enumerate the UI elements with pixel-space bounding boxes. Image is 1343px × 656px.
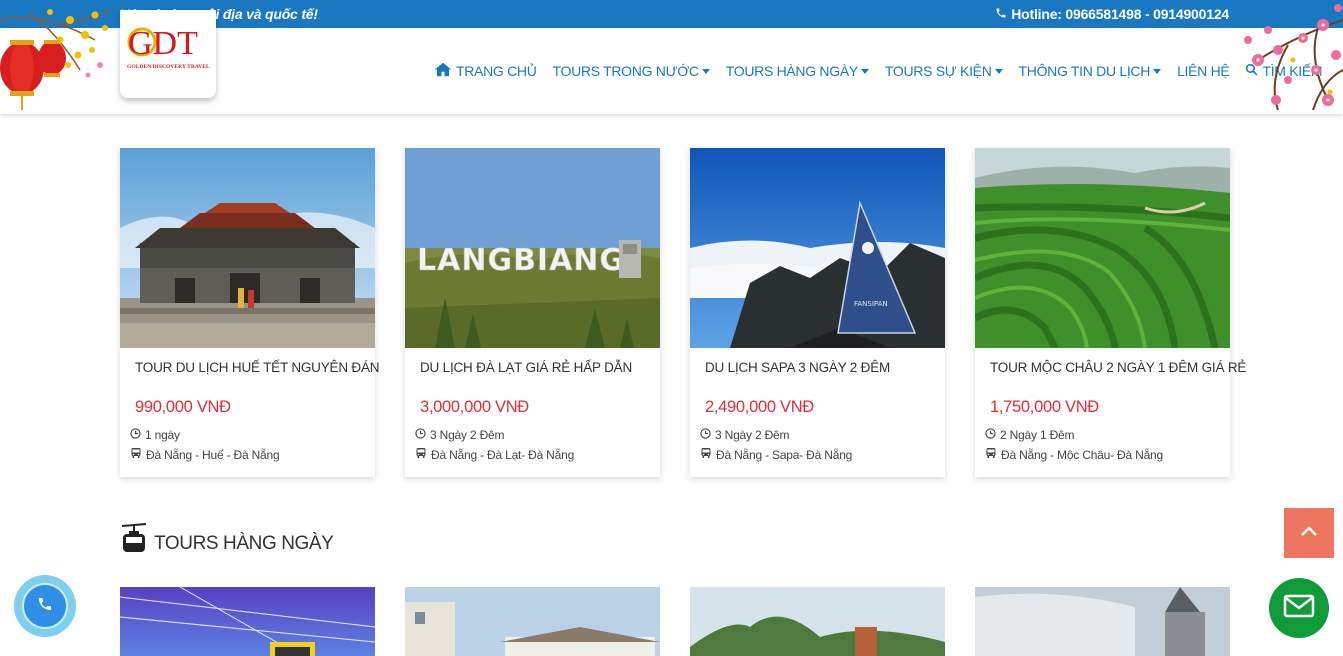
tour-image-hue[interactable] xyxy=(120,148,375,348)
tour-card[interactable]: TOUR DU LỊCH HUẾ TẾT NGUYÊN ĐÁN 990,000 … xyxy=(120,148,380,477)
nav-travel-info[interactable]: THÔNG TIN DU LỊCH xyxy=(1019,63,1162,79)
tour-image-sapa[interactable]: FANSIPAN xyxy=(690,148,945,348)
tour-title[interactable]: TOUR MỘC CHÂU 2 NGÀY 1 ĐÊM GIÁ RẺ xyxy=(990,360,1246,375)
daily-tour-list xyxy=(120,587,1230,656)
tour-title[interactable]: TOUR DU LỊCH HUẾ TẾT NGUYÊN ĐÁN xyxy=(135,360,380,375)
chevron-down-icon xyxy=(994,68,1003,74)
chevron-down-icon xyxy=(1153,68,1162,74)
phone-icon xyxy=(995,6,1007,22)
nav-home[interactable]: TRANG CHỦ xyxy=(434,62,537,80)
nav-domestic-tours[interactable]: TOURS TRONG NƯỚC xyxy=(553,63,710,79)
bus-icon xyxy=(985,447,997,462)
nav-contact[interactable]: LIÊN HỆ xyxy=(1177,63,1230,79)
tour-route: Đà Nẵng - Mộc Châu- Đà Nẵng xyxy=(985,447,1163,462)
site-logo[interactable]: GDT GOLDEN DISCOVERY TRAVEL xyxy=(120,10,216,98)
tour-card-list: TOUR DU LỊCH HUẾ TẾT NGUYÊN ĐÁN 990,000 … xyxy=(120,148,1246,477)
clock-icon xyxy=(700,428,711,442)
tour-card[interactable]: LANGBIANG DU LỊCH ĐÀ LẠT GIÁ RẺ HẤP DẪN … xyxy=(405,148,660,477)
tour-card[interactable]: FANSIPAN DU LỊCH SAPA 3 NGÀY 2 ĐÊM 2,490… xyxy=(690,148,945,477)
tour-price: 990,000 VNĐ xyxy=(135,398,231,416)
blossom-decoration xyxy=(1228,0,1343,114)
tour-duration: 3 Ngày 2 Đêm xyxy=(415,428,505,442)
tour-card[interactable]: TOUR MỘC CHÂU 2 NGÀY 1 ĐÊM GIÁ RẺ 1,750,… xyxy=(975,148,1246,477)
main-nav: TRANG CHỦ TOURS TRONG NƯỚC TOURS HÀNG NG… xyxy=(434,62,1323,80)
fansipan-text: FANSIPAN xyxy=(854,300,888,308)
envelope-icon xyxy=(1283,594,1315,623)
tour-title[interactable]: DU LỊCH ĐÀ LẠT GIÁ RẺ HẤP DẪN xyxy=(420,360,632,375)
bus-icon xyxy=(130,447,142,462)
tour-route: Đà Nẵng - Đà Lạt- Đà Nẵng xyxy=(415,447,574,462)
bus-icon xyxy=(700,447,712,462)
tour-image-daily-3[interactable] xyxy=(690,587,945,656)
logo-text: GDT xyxy=(128,25,198,62)
section-heading-daily-tours: TOURS HÀNG NGÀY xyxy=(120,522,334,559)
tour-image-dalat[interactable]: LANGBIANG xyxy=(405,148,660,348)
clock-icon xyxy=(130,428,141,442)
tour-image-mocchau[interactable] xyxy=(975,148,1230,348)
tour-price: 2,490,000 VNĐ xyxy=(705,398,814,416)
tour-image-daily-2[interactable] xyxy=(405,587,660,656)
call-button[interactable] xyxy=(14,575,76,637)
chevron-down-icon xyxy=(860,68,869,74)
cable-car-icon xyxy=(120,522,148,559)
tour-image-daily-1[interactable] xyxy=(120,587,375,656)
lantern-decoration xyxy=(0,0,120,114)
section-title: TOURS HÀNG NGÀY xyxy=(154,532,334,554)
hotline[interactable]: Hotline: 0966581498 - 0914900124 xyxy=(995,6,1229,22)
chevron-up-icon xyxy=(1300,524,1318,542)
tour-route: Đà Nẵng - Sapa- Đà Nẵng xyxy=(700,447,852,462)
home-icon xyxy=(434,62,452,80)
tour-route: Đà Nẵng - Huế - Đà Nẵng xyxy=(130,447,280,462)
scroll-to-top-button[interactable] xyxy=(1284,508,1334,558)
nav-daily-tours[interactable]: TOURS HÀNG NGÀY xyxy=(726,63,869,79)
logo-subtitle: GOLDEN DISCOVERY TRAVEL xyxy=(127,64,210,70)
tour-duration: 1 ngày xyxy=(130,428,180,442)
tour-duration: 2 Ngày 1 Đêm xyxy=(985,428,1075,442)
tour-price: 3,000,000 VNĐ xyxy=(420,398,529,416)
nav-event-tours[interactable]: TOURS SỰ KIỆN xyxy=(885,63,1003,79)
email-button[interactable] xyxy=(1269,578,1329,638)
clock-icon xyxy=(415,428,426,442)
bus-icon xyxy=(415,447,427,462)
tour-title[interactable]: DU LỊCH SAPA 3 NGÀY 2 ĐÊM xyxy=(705,360,890,375)
chevron-down-icon xyxy=(701,68,710,74)
phone-icon xyxy=(37,596,53,617)
tour-image-daily-4[interactable] xyxy=(975,587,1230,656)
hotline-text: Hotline: 0966581498 - 0914900124 xyxy=(1011,6,1229,22)
tour-duration: 3 Ngày 2 Đêm xyxy=(700,428,790,442)
tour-price: 1,750,000 VNĐ xyxy=(990,398,1099,416)
langbiang-sign-text: LANGBIANG xyxy=(417,243,625,278)
clock-icon xyxy=(985,428,996,442)
